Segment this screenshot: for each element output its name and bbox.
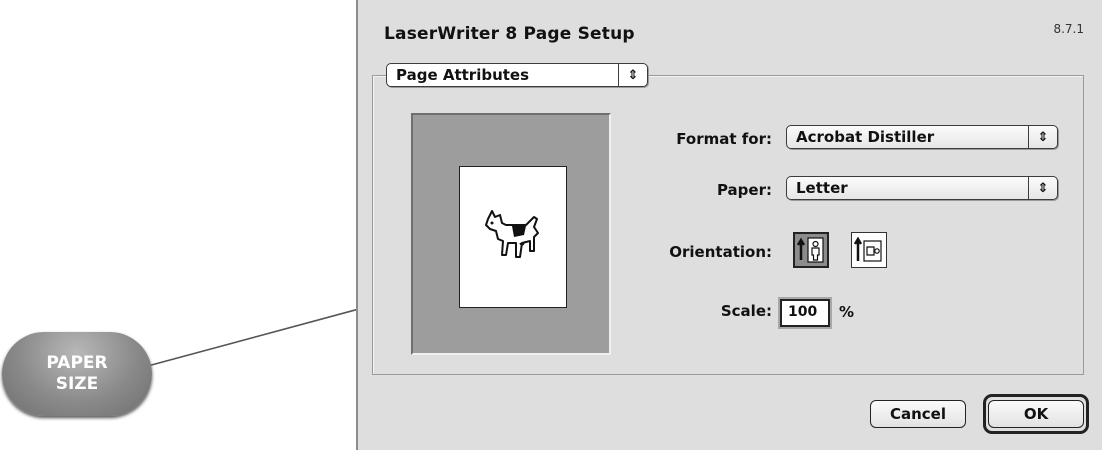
- ok-button[interactable]: OK: [988, 400, 1084, 428]
- paper-value: Letter: [796, 179, 848, 197]
- popup-arrows-icon: ⇕: [1028, 177, 1057, 199]
- format-for-value: Acrobat Distiller: [796, 128, 935, 146]
- format-for-popup[interactable]: Acrobat Distiller ⇕: [786, 125, 1058, 149]
- page-attributes-label: Page Attributes: [396, 66, 530, 84]
- scale-input[interactable]: 100: [780, 299, 830, 327]
- popup-arrows-icon: ⇕: [618, 64, 647, 86]
- paper-label: Paper:: [716, 181, 772, 199]
- popup-arrows-icon: ⇕: [1028, 126, 1057, 148]
- paper-popup[interactable]: Letter ⇕: [786, 176, 1058, 200]
- orientation-label: Orientation:: [669, 243, 772, 261]
- page-setup-dialog: LaserWriter 8 Page Setup 8.7.1 Page Attr…: [356, 0, 1102, 450]
- scale-label: Scale:: [720, 302, 772, 320]
- percent-label: %: [839, 303, 855, 321]
- page-preview: [411, 113, 611, 355]
- callout-line1: PAPER: [46, 353, 108, 373]
- paper-size-callout-badge: PAPER SIZE: [2, 332, 152, 416]
- format-for-label: Format for:: [676, 130, 772, 148]
- landscape-person-icon: [853, 236, 882, 262]
- version-label: 8.7.1: [1053, 22, 1084, 36]
- portrait-orientation-button[interactable]: [793, 232, 829, 268]
- landscape-orientation-button[interactable]: [851, 232, 887, 268]
- callout-line2: SIZE: [55, 374, 99, 394]
- cancel-button[interactable]: Cancel: [870, 400, 966, 428]
- dialog-title: LaserWriter 8 Page Setup: [384, 24, 635, 44]
- dogcow-icon: [485, 210, 539, 258]
- portrait-person-icon: [796, 237, 824, 263]
- page-attributes-popup[interactable]: Page Attributes ⇕: [386, 63, 648, 87]
- preview-paper: [459, 166, 567, 308]
